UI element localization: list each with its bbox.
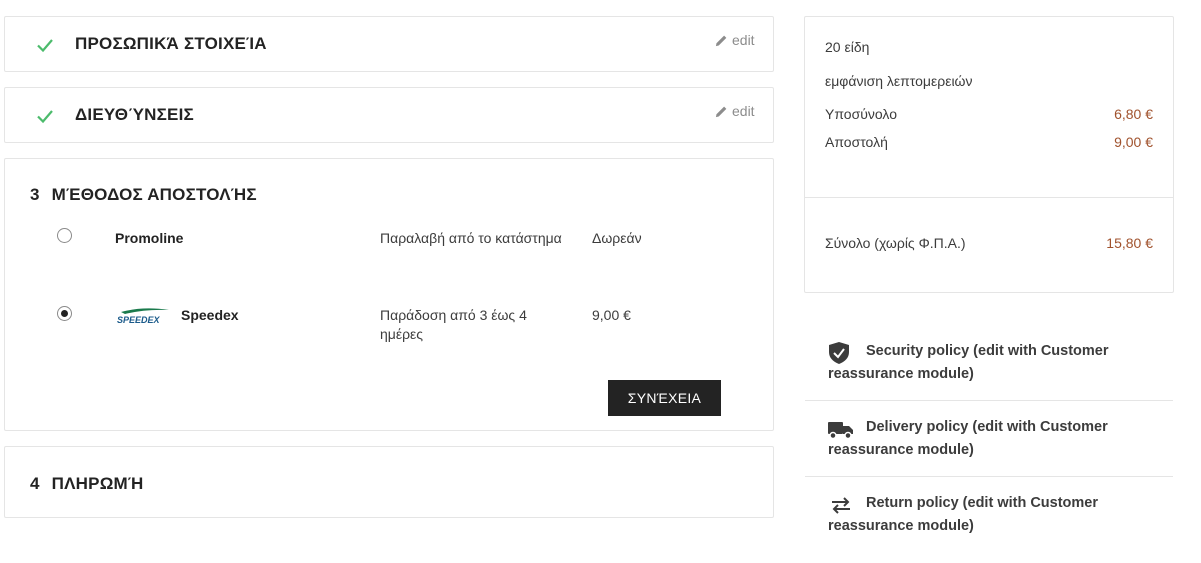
edit-label: edit xyxy=(732,103,755,119)
carrier-name: Promoline xyxy=(115,230,184,246)
edit-addresses-link[interactable]: edit xyxy=(715,103,755,119)
carrier-price: 9,00 € xyxy=(592,307,631,323)
shipping-cost-value: 9,00 € xyxy=(1114,134,1153,150)
speedex-logo: SPEEDEX xyxy=(117,308,169,325)
carrier-delay: Παραλαβή από το κατάστημα xyxy=(380,230,562,246)
edit-personal-link[interactable]: edit xyxy=(715,32,755,48)
pencil-icon xyxy=(715,106,727,117)
total-label: Σύνολο (χωρίς Φ.Π.Α.) xyxy=(825,235,966,251)
speedex-logo-text: SPEEDEX xyxy=(117,315,161,325)
step-title-payment: 4 ΠΛΗΡΩΜΉ xyxy=(30,474,143,494)
carrier-name: Speedex xyxy=(181,307,239,323)
step-title-shipping: 3 ΜΈΘΟΔΟΣ ΑΠΟΣΤΟΛΉΣ xyxy=(30,185,257,205)
reassurance-text: Delivery policy (edit with Customer reas… xyxy=(828,419,1108,458)
show-details-link[interactable]: εμφάνιση λεπτομερειών xyxy=(825,73,972,89)
reassurance-divider xyxy=(805,400,1173,401)
reassurance-text: Security policy (edit with Customer reas… xyxy=(828,343,1109,382)
reassurance-return: Return policy (edit with Customer reassu… xyxy=(805,492,1173,540)
check-icon xyxy=(37,39,53,53)
step-payment: 4 ΠΛΗΡΩΜΉ xyxy=(4,446,774,518)
reassurance-divider xyxy=(805,476,1173,477)
continue-button[interactable]: ΣΥΝΈΧΕΙΑ xyxy=(608,380,721,416)
step-title-personal: ΠΡΟΣΩΠΙΚΆ ΣΤΟΙΧΕΊΑ xyxy=(75,34,267,53)
step-title-text: ΜΈΘΟΔΟΣ ΑΠΟΣΤΟΛΉΣ xyxy=(51,185,257,204)
cart-summary xyxy=(804,16,1174,293)
step-title-text: ΠΛΗΡΩΜΉ xyxy=(51,474,144,493)
carrier-delay: Παράδοση από 3 έως 4 ημέρες xyxy=(380,307,527,342)
pencil-icon xyxy=(715,35,727,46)
step-addresses: ΔΙΕΥΘΎΝΣΕΙΣ edit xyxy=(4,87,774,143)
reassurance-security: Security policy (edit with Customer reas… xyxy=(805,340,1173,388)
carrier-price: Δωρεάν xyxy=(592,230,642,246)
subtotal-value: 6,80 € xyxy=(1114,106,1153,122)
subtotal-label: Υποσύνολο xyxy=(825,106,897,122)
step-number: 3 xyxy=(30,185,40,204)
carrier-radio-speedex[interactable] xyxy=(57,306,72,321)
step-title-addresses: ΔΙΕΥΘΎΝΣΕΙΣ xyxy=(75,105,194,124)
step-personal-info: ΠΡΟΣΩΠΙΚΆ ΣΤΟΙΧΕΊΑ edit xyxy=(4,16,774,72)
edit-label: edit xyxy=(732,32,755,48)
reassurance-delivery: Delivery policy (edit with Customer reas… xyxy=(805,416,1173,464)
reassurance-text: Return policy (edit with Customer reassu… xyxy=(828,495,1099,534)
summary-divider xyxy=(805,197,1173,198)
shipping-cost-label: Αποστολή xyxy=(825,134,888,150)
step-number: 4 xyxy=(30,474,40,493)
items-count: 20 είδη xyxy=(825,39,870,55)
total-value: 15,80 € xyxy=(1106,235,1153,251)
carrier-radio-promoline[interactable] xyxy=(57,228,72,243)
check-icon xyxy=(37,110,53,124)
